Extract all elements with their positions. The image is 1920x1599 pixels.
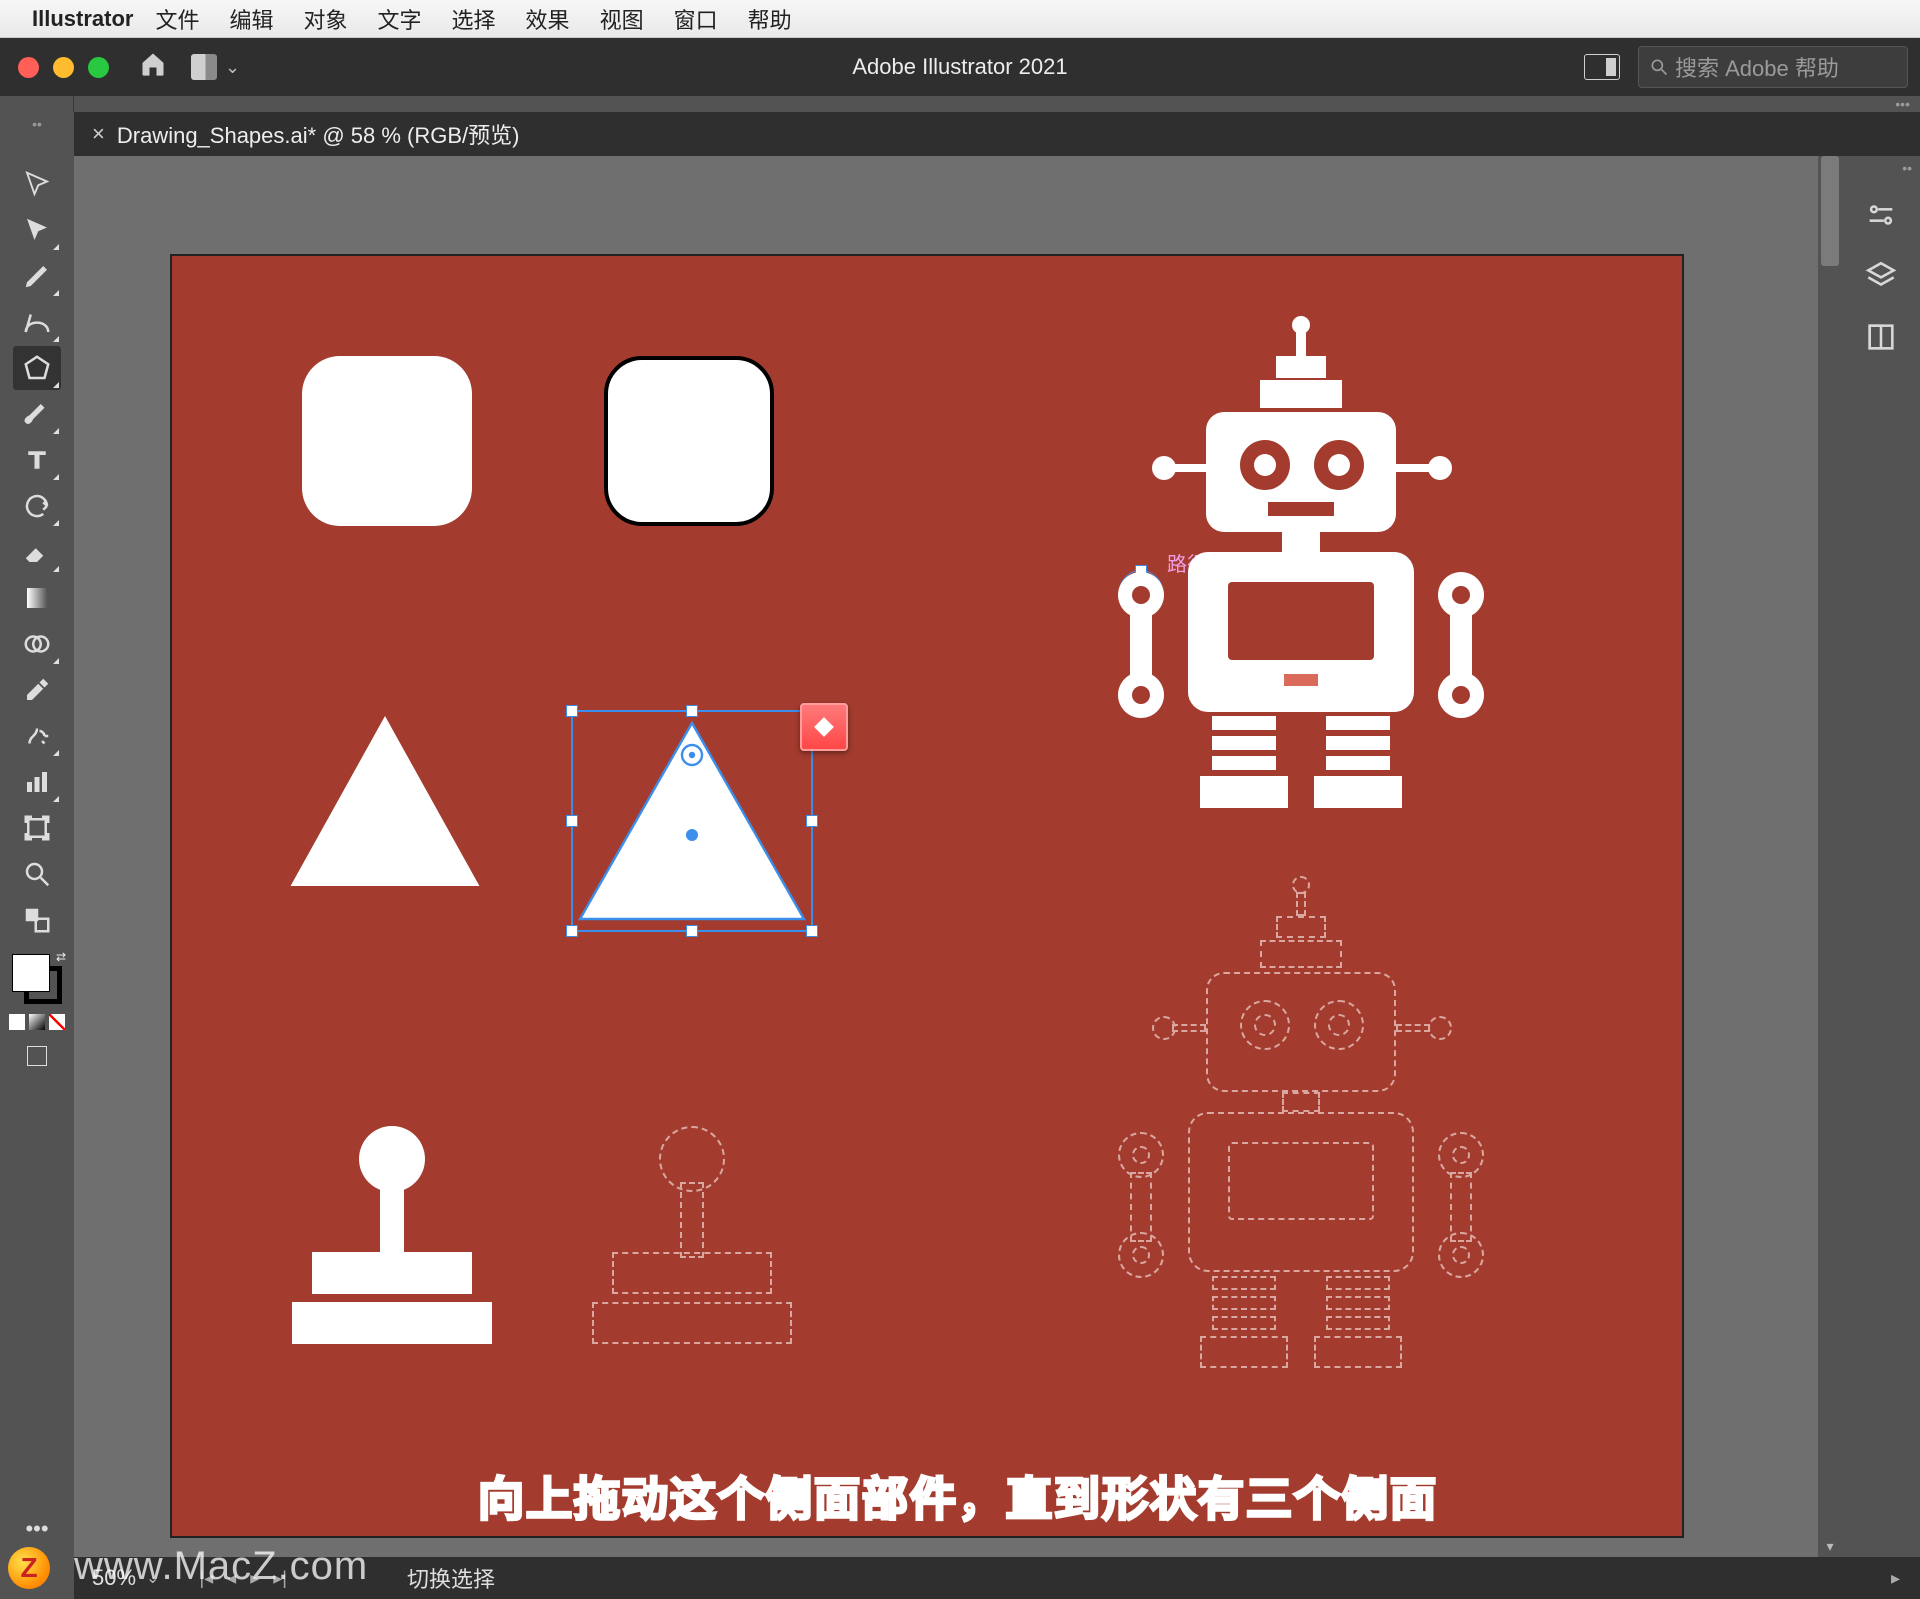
artboard-tool[interactable]	[13, 806, 61, 850]
shape-joystick[interactable]	[292, 1126, 492, 1356]
menu-edit[interactable]: 编辑	[229, 3, 273, 35]
none-fill-icon[interactable]	[49, 1014, 65, 1030]
selection-tool[interactable]	[13, 162, 61, 206]
toolbar-drag-icon[interactable]: ••	[32, 116, 42, 132]
panel-toggle-icon[interactable]	[1584, 54, 1620, 80]
status-mode[interactable]: 切换选择	[407, 1562, 495, 1594]
maximize-window-icon[interactable]	[88, 57, 109, 78]
search-help-input[interactable]: 搜索 Adobe 帮助	[1638, 46, 1908, 88]
symbol-sprayer-tool[interactable]	[13, 714, 61, 758]
shape-triangle-1[interactable]	[290, 716, 480, 886]
strip-overflow-icon[interactable]: •••	[1885, 96, 1920, 112]
shape-rounded-square-2[interactable]	[604, 356, 774, 526]
menu-window[interactable]: 窗口	[674, 3, 718, 35]
menu-file[interactable]: 文件	[155, 3, 199, 35]
selection-handle[interactable]	[566, 815, 578, 827]
screen-mode-icon[interactable]	[27, 1046, 47, 1066]
fill-stroke-swatch[interactable]: ⇄	[12, 954, 62, 1004]
fill-stroke-swap-icon[interactable]	[13, 898, 61, 942]
search-icon	[1649, 57, 1669, 77]
graph-tool[interactable]	[13, 760, 61, 804]
rotate-tool[interactable]	[13, 484, 61, 528]
selection-handle[interactable]	[566, 925, 578, 937]
workspace: ⇄ •••	[0, 156, 1920, 1557]
solid-fill-icon[interactable]	[9, 1014, 25, 1030]
gradient-fill-icon[interactable]	[29, 1014, 45, 1030]
artboard[interactable]: 路径	[172, 256, 1682, 1536]
tutorial-caption: 向上拖动这个侧面部件，直到形状有三个侧面	[478, 1463, 1438, 1529]
selection-handle[interactable]	[566, 705, 578, 717]
libraries-panel-icon[interactable]	[1864, 320, 1898, 359]
workspace-layout-icon[interactable]: ⌄	[191, 54, 240, 80]
vertical-scrollbar[interactable]: ▴ ▾	[1818, 156, 1842, 1557]
shape-rounded-square-1[interactable]	[302, 356, 472, 526]
selection-handle[interactable]	[806, 815, 818, 827]
close-window-icon[interactable]	[18, 57, 39, 78]
type-tool[interactable]	[13, 438, 61, 482]
minimize-window-icon[interactable]	[53, 57, 74, 78]
shape-builder-tool[interactable]	[13, 622, 61, 666]
swap-icon[interactable]: ⇄	[56, 950, 66, 964]
fill-color[interactable]	[12, 954, 50, 992]
watermark: www.MacZ.com	[74, 1544, 368, 1589]
direct-selection-tool[interactable]	[13, 208, 61, 252]
right-panel-dock: ••	[1842, 156, 1920, 1557]
polygon-tool[interactable]	[13, 346, 61, 390]
app-name[interactable]: Illustrator	[32, 6, 133, 32]
control-strip: •••	[0, 96, 1920, 112]
menu-object[interactable]: 对象	[304, 3, 348, 35]
scroll-down-icon[interactable]: ▾	[1818, 1538, 1842, 1555]
status-menu-icon[interactable]: ▸	[1891, 1568, 1900, 1589]
chevron-down-icon: ⌄	[225, 57, 240, 78]
shape-triangle-selected[interactable]	[572, 711, 812, 931]
dock-overflow-icon[interactable]: ••	[1902, 160, 1920, 176]
selection-handle[interactable]	[806, 925, 818, 937]
menu-view[interactable]: 视图	[600, 3, 644, 35]
eraser-tool[interactable]	[13, 530, 61, 574]
color-mode-row	[9, 1014, 65, 1030]
shape-joystick-outline[interactable]	[592, 1126, 792, 1356]
home-icon[interactable]	[139, 50, 167, 85]
eyedropper-tool[interactable]	[13, 668, 61, 712]
tab-close-icon[interactable]: ×	[92, 121, 105, 147]
selection-handle[interactable]	[686, 705, 698, 717]
shape-robot[interactable]	[1092, 316, 1512, 856]
brush-tool[interactable]	[13, 392, 61, 436]
app-titlebar: ⌄ Adobe Illustrator 2021 搜索 Adobe 帮助	[0, 38, 1920, 96]
selection-handle[interactable]	[686, 925, 698, 937]
scrollbar-thumb[interactable]	[1821, 156, 1839, 266]
search-placeholder: 搜索 Adobe 帮助	[1675, 51, 1839, 83]
edit-toolbar-icon[interactable]: •••	[13, 1507, 61, 1551]
canvas[interactable]: 路径	[74, 156, 1842, 1557]
properties-panel-icon[interactable]	[1864, 198, 1898, 237]
document-tabs: •• × Drawing_Shapes.ai* @ 58 % (RGB/预览)	[0, 112, 1920, 156]
menu-effect[interactable]: 效果	[526, 3, 570, 35]
menu-type[interactable]: 文字	[378, 3, 422, 35]
app-title: Adobe Illustrator 2021	[852, 54, 1067, 80]
window-controls	[18, 57, 109, 78]
layers-panel-icon[interactable]	[1864, 259, 1898, 298]
document-tab-label[interactable]: Drawing_Shapes.ai* @ 58 % (RGB/预览)	[117, 118, 520, 150]
toolbar: ⇄ •••	[0, 156, 74, 1557]
menu-select[interactable]: 选择	[452, 3, 496, 35]
curvature-tool[interactable]	[13, 300, 61, 344]
shape-robot-outline[interactable]	[1092, 876, 1512, 1416]
pen-tool[interactable]	[13, 254, 61, 298]
gradient-tool[interactable]	[13, 576, 61, 620]
zoom-tool[interactable]	[13, 852, 61, 896]
polygon-side-widget[interactable]	[800, 703, 848, 751]
watermark-badge: Z	[8, 1547, 50, 1589]
menu-help[interactable]: 帮助	[748, 3, 792, 35]
mac-menubar: Illustrator 文件 编辑 对象 文字 选择 效果 视图 窗口 帮助	[0, 0, 1920, 38]
